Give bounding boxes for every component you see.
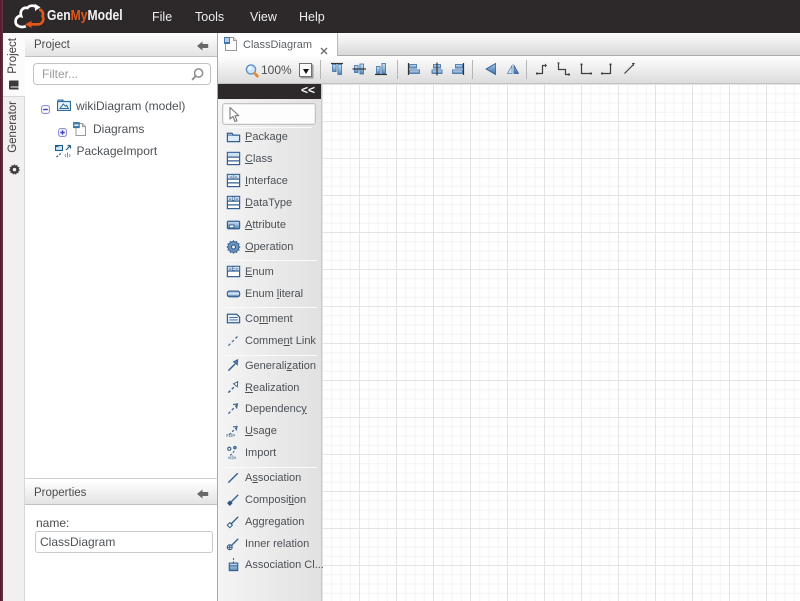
svg-text:«D»: «D» xyxy=(229,197,239,203)
svg-text:«u»: «u» xyxy=(226,432,236,438)
svg-text:‹I›: ‹I› xyxy=(64,153,71,159)
svg-text:«E»: «E» xyxy=(229,267,238,273)
svg-text:«I»: «I» xyxy=(228,454,237,460)
svg-text:«I»: «I» xyxy=(230,175,237,181)
